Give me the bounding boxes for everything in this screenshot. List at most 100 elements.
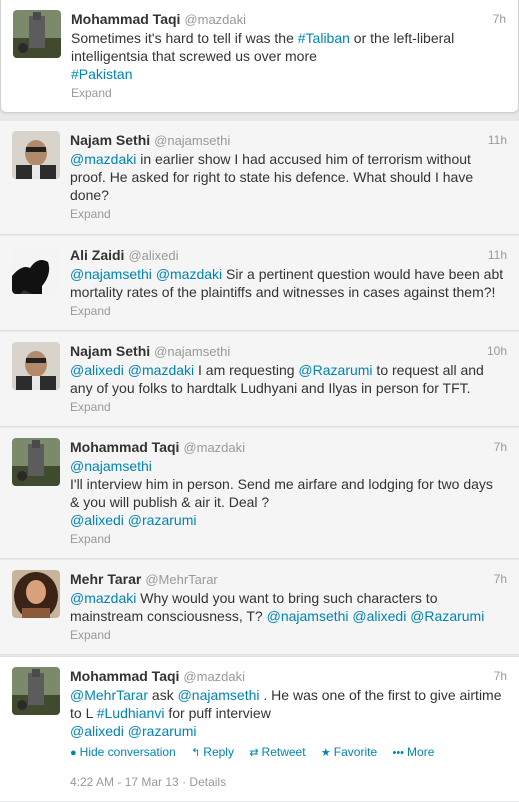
text-segment: I am requesting bbox=[194, 362, 299, 378]
mention-link[interactable]: @mazdaki bbox=[70, 151, 136, 167]
tweet[interactable]: Mohammad Taqi @mazdaki 7h Sometimes it's … bbox=[0, 0, 519, 113]
favorite-button[interactable]: ★ Favorite bbox=[321, 745, 377, 759]
user-handle[interactable]: @mazdaki bbox=[184, 12, 246, 27]
tweet-text: @najamsethi I'll interview him in person.… bbox=[70, 457, 509, 529]
user-fullname[interactable]: Najam Sethi bbox=[70, 343, 150, 359]
text-segment: Why would you want to bring such charact… bbox=[136, 590, 438, 606]
meta-separator: · bbox=[178, 775, 190, 789]
tweet[interactable]: Najam Sethi @najamsethi 11h @mazdaki in e… bbox=[0, 121, 519, 235]
tweet-timestamp[interactable]: 4:22 AM - 17 Mar 13 bbox=[70, 775, 179, 789]
tweet-text-line: done? bbox=[70, 186, 509, 204]
mention-link[interactable]: @mazdaki bbox=[156, 266, 222, 282]
tweet-time[interactable]: 11h bbox=[488, 131, 507, 149]
text-segment: proof. He asked for right to state his d… bbox=[70, 169, 474, 185]
text-segment: for puff interview bbox=[164, 705, 271, 721]
avatar[interactable] bbox=[12, 438, 60, 486]
user-handle[interactable]: @mazdaki bbox=[183, 669, 245, 684]
mention-link[interactable]: @Razarumi bbox=[410, 608, 484, 624]
reply-icon: ↰ bbox=[191, 747, 201, 759]
retweet-label: Retweet bbox=[261, 745, 306, 759]
mention-link[interactable]: @alixedi bbox=[352, 608, 406, 624]
mention-link[interactable]: @alixedi bbox=[70, 512, 124, 528]
tweet-time[interactable]: 10h bbox=[487, 342, 507, 360]
expand-link[interactable]: Expand bbox=[70, 627, 509, 643]
tweet-time[interactable]: 11h bbox=[488, 246, 507, 264]
user-handle[interactable]: @mazdaki bbox=[183, 440, 245, 455]
tweet-meta: 4:22 AM - 17 Mar 13 · Details bbox=[70, 775, 509, 789]
mention-link[interactable]: @mazdaki bbox=[128, 362, 194, 378]
hashtag-link[interactable]: #Ludhianvi bbox=[97, 705, 165, 721]
text-segment: Sir a pertinent question would have been… bbox=[222, 266, 504, 282]
mention-link[interactable]: @najamsethi bbox=[70, 266, 152, 282]
user-fullname[interactable]: Ali Zaidi bbox=[70, 247, 124, 263]
text-segment: mortality rates of the plaintiffs and wi… bbox=[70, 284, 496, 300]
tweet-text: @mazdaki Why would you want to bring suc… bbox=[70, 589, 509, 625]
avatar[interactable] bbox=[12, 667, 60, 715]
tweet[interactable]: Mehr Tarar @MehrTarar 7h @mazdaki Why wou… bbox=[0, 560, 519, 655]
retweet-button[interactable]: ⇄ Retweet bbox=[249, 745, 305, 759]
conversation-icon: ● bbox=[70, 747, 77, 759]
tweet[interactable]: Mohammad Taqi @mazdaki 7h @MehrTarar ask … bbox=[0, 656, 519, 802]
details-link[interactable]: Details bbox=[189, 775, 226, 789]
mention-link[interactable]: @najamsethi bbox=[267, 608, 349, 624]
hide-conversation-button[interactable]: ● Hide conversation bbox=[70, 745, 176, 759]
text-segment: intelligentsia that screwed us over more bbox=[71, 48, 317, 64]
user-fullname[interactable]: Mohammad Taqi bbox=[70, 668, 179, 684]
text-segment: in earlier show I had accused him of ter… bbox=[136, 151, 471, 167]
mention-link[interactable]: @najamsethi bbox=[178, 687, 260, 703]
text-segment: any of you folks to hardtalk Ludhyani an… bbox=[70, 380, 471, 396]
user-handle[interactable]: @alixedi bbox=[128, 248, 178, 263]
tweet[interactable]: Ali Zaidi @alixedi 11h @najamsethi @mazda… bbox=[0, 236, 519, 331]
tweet-time[interactable]: 7h bbox=[494, 438, 507, 456]
user-fullname[interactable]: Mehr Tarar bbox=[70, 571, 141, 587]
expand-link[interactable]: Expand bbox=[70, 399, 509, 415]
expand-link[interactable]: Expand bbox=[70, 303, 509, 319]
avatar[interactable] bbox=[13, 10, 61, 58]
mention-link[interactable]: @razarumi bbox=[128, 723, 197, 739]
user-fullname[interactable]: Najam Sethi bbox=[70, 132, 150, 148]
tweet-text-line: @alixedi @razarumi bbox=[70, 511, 509, 529]
mention-link[interactable]: @najamsethi bbox=[70, 458, 152, 474]
avatar[interactable] bbox=[12, 570, 60, 618]
tweet-text-line: Sometimes it's hard to tell if was the #… bbox=[71, 29, 508, 47]
hashtag-link[interactable]: #Pakistan bbox=[71, 66, 132, 82]
tweet-text-line: @alixedi @razarumi bbox=[70, 722, 509, 740]
user-handle[interactable]: @najamsethi bbox=[154, 133, 230, 148]
avatar[interactable] bbox=[12, 342, 60, 390]
user-handle[interactable]: @MehrTarar bbox=[145, 572, 217, 587]
more-dots-icon: ••• bbox=[392, 747, 405, 759]
tweet-text-line: I'll interview him in person. Send me ai… bbox=[70, 475, 509, 493]
reply-button[interactable]: ↰ Reply bbox=[191, 745, 234, 759]
user-handle[interactable]: @najamsethi bbox=[154, 344, 230, 359]
tweet-time[interactable]: 7h bbox=[493, 10, 506, 28]
text-segment: & you will publish & air it. Deal ? bbox=[70, 494, 270, 510]
tweet-actions: ● Hide conversation ↰ Reply ⇄ Retweet ★ Favo… bbox=[70, 744, 509, 761]
expand-link[interactable]: Expand bbox=[70, 531, 509, 547]
mention-link[interactable]: @MehrTarar bbox=[70, 687, 148, 703]
tweet[interactable]: Najam Sethi @najamsethi 10h @alixedi @maz… bbox=[0, 332, 519, 427]
tweet-time[interactable]: 7h bbox=[494, 570, 507, 588]
more-label: More bbox=[407, 745, 435, 759]
avatar[interactable] bbox=[12, 131, 60, 179]
avatar[interactable] bbox=[12, 246, 60, 294]
text-segment: Sometimes it's hard to tell if was the bbox=[71, 30, 298, 46]
mention-link[interactable]: @mazdaki bbox=[70, 590, 136, 606]
tweet-text: @najamsethi @mazdaki Sir a pertinent que… bbox=[70, 265, 509, 301]
user-fullname[interactable]: Mohammad Taqi bbox=[71, 11, 180, 27]
mention-link[interactable]: @Razarumi bbox=[298, 362, 372, 378]
text-segment: mainstream consciousness, T? bbox=[70, 608, 267, 624]
favorite-label: Favorite bbox=[333, 745, 378, 759]
mention-link[interactable]: @razarumi bbox=[128, 512, 197, 528]
text-segment: done? bbox=[70, 187, 109, 203]
tweet-text-line: @mazdaki Why would you want to bring suc… bbox=[70, 589, 509, 607]
more-button[interactable]: ••• More bbox=[392, 745, 434, 759]
tweet-text-line: @MehrTarar ask @najamsethi . He was one … bbox=[70, 686, 509, 704]
user-fullname[interactable]: Mohammad Taqi bbox=[70, 439, 179, 455]
expand-link[interactable]: Expand bbox=[71, 85, 508, 101]
mention-link[interactable]: @alixedi bbox=[70, 362, 124, 378]
hashtag-link[interactable]: #Taliban bbox=[298, 30, 350, 46]
tweet[interactable]: Mohammad Taqi @mazdaki 7h @najamsethi I'll… bbox=[0, 428, 519, 559]
expand-link[interactable]: Expand bbox=[70, 206, 509, 222]
mention-link[interactable]: @alixedi bbox=[70, 723, 124, 739]
tweet-time[interactable]: 7h bbox=[494, 667, 507, 685]
